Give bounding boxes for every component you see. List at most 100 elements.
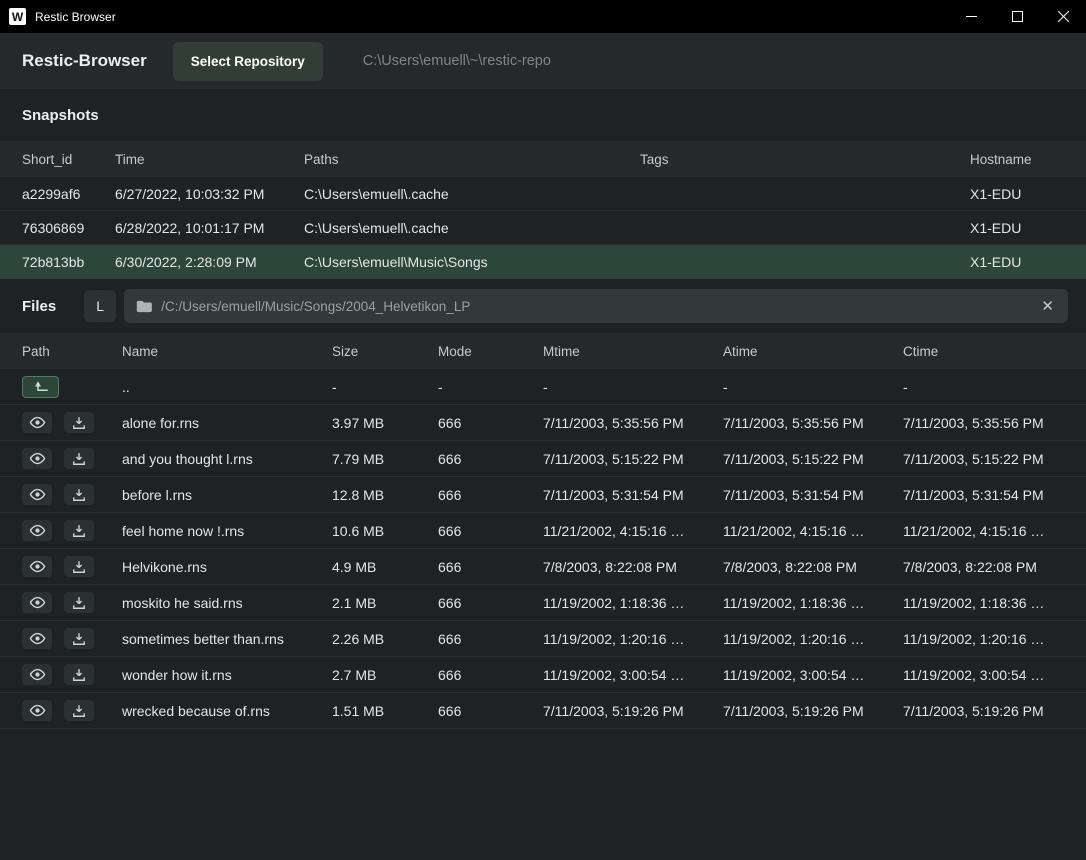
- go-up-directory-button[interactable]: [22, 376, 59, 398]
- up-directory-icon: [32, 380, 50, 393]
- preview-file-button[interactable]: [22, 484, 52, 505]
- restore-file-button[interactable]: [64, 592, 94, 613]
- file-mtime: 7/8/2003, 8:22:08 PM: [543, 559, 723, 575]
- column-paths: Paths: [304, 152, 640, 167]
- snapshot-row-selected[interactable]: 72b813bb 6/30/2022, 2:28:09 PM C:\Users\…: [0, 245, 1086, 279]
- file-ctime: 11/19/2002, 1:18:36 …: [903, 595, 1064, 611]
- file-mtime: 7/11/2003, 5:15:22 PM: [543, 451, 723, 467]
- file-name: Helvikone.rns: [122, 559, 332, 575]
- restore-file-button[interactable]: [64, 664, 94, 685]
- snapshot-hostname: X1-EDU: [970, 220, 1064, 236]
- restore-file-button[interactable]: [64, 484, 94, 505]
- snapshots-table-header: Short_id Time Paths Tags Hostname: [0, 141, 1086, 177]
- file-atime: -: [723, 379, 903, 395]
- restore-file-button[interactable]: [64, 412, 94, 433]
- file-atime: 11/21/2002, 4:15:16 …: [723, 523, 903, 539]
- preview-file-button[interactable]: [22, 520, 52, 541]
- file-mode: 666: [438, 595, 543, 611]
- file-ctime: 7/11/2003, 5:31:54 PM: [903, 487, 1064, 503]
- preview-file-button[interactable]: [22, 592, 52, 613]
- file-mode: 666: [438, 487, 543, 503]
- download-icon: [72, 596, 86, 610]
- preview-file-button[interactable]: [22, 412, 52, 433]
- file-atime: 11/19/2002, 3:00:54 …: [723, 667, 903, 683]
- snapshot-short-id: 72b813bb: [22, 254, 115, 270]
- file-mode: -: [438, 379, 543, 395]
- file-mtime: 7/11/2003, 5:35:56 PM: [543, 415, 723, 431]
- file-ctime: 7/11/2003, 5:19:26 PM: [903, 703, 1064, 719]
- snapshot-time: 6/28/2022, 10:01:17 PM: [115, 220, 304, 236]
- select-repository-button[interactable]: Select Repository: [173, 42, 323, 81]
- download-icon: [72, 416, 86, 430]
- maximize-button[interactable]: [994, 0, 1040, 33]
- minimize-button[interactable]: [948, 0, 994, 33]
- restore-file-button[interactable]: [64, 448, 94, 469]
- maximize-icon: [1012, 11, 1023, 22]
- files-bar: Files L /C:/Users/emuell/Music/Songs/200…: [0, 279, 1086, 333]
- preview-file-button[interactable]: [22, 700, 52, 721]
- files-table-header: Path Name Size Mode Mtime Atime Ctime: [0, 333, 1086, 369]
- repository-path: C:\Users\emuell\~\restic-repo: [363, 53, 551, 69]
- wails-app-icon: W: [9, 8, 26, 25]
- column-atime: Atime: [723, 344, 903, 359]
- download-icon: [72, 488, 86, 502]
- preview-file-button[interactable]: [22, 448, 52, 469]
- snapshot-short-id: 76306869: [22, 220, 115, 236]
- column-mtime: Mtime: [543, 344, 723, 359]
- file-size: 10.6 MB: [332, 523, 438, 539]
- snapshot-row[interactable]: 76306869 6/28/2022, 10:01:17 PM C:\Users…: [0, 211, 1086, 245]
- snapshot-paths: C:\Users\emuell\Music\Songs: [304, 254, 640, 270]
- eye-icon: [29, 596, 46, 609]
- file-name: alone for.rns: [122, 415, 332, 431]
- file-atime: 7/8/2003, 8:22:08 PM: [723, 559, 903, 575]
- file-row: sometimes better than.rns 2.26 MB 666 11…: [0, 621, 1086, 657]
- snapshot-paths: C:\Users\emuell\.cache: [304, 220, 640, 236]
- preview-file-button[interactable]: [22, 628, 52, 649]
- file-mode: 666: [438, 631, 543, 647]
- column-path: Path: [22, 344, 122, 359]
- snapshot-row[interactable]: a2299af6 6/27/2022, 10:03:32 PM C:\Users…: [0, 177, 1086, 211]
- preview-file-button[interactable]: [22, 556, 52, 577]
- snapshot-short-id: a2299af6: [22, 186, 115, 202]
- eye-icon: [29, 524, 46, 537]
- file-size: 1.51 MB: [332, 703, 438, 719]
- eye-icon: [29, 668, 46, 681]
- download-icon: [72, 668, 86, 682]
- column-time: Time: [115, 152, 304, 167]
- restore-file-button[interactable]: [64, 520, 94, 541]
- snapshot-time: 6/30/2022, 2:28:09 PM: [115, 254, 304, 270]
- file-row: moskito he said.rns 2.1 MB 666 11/19/200…: [0, 585, 1086, 621]
- app-title: Restic-Browser: [22, 51, 147, 71]
- file-atime: 7/11/2003, 5:35:56 PM: [723, 415, 903, 431]
- eye-icon: [29, 704, 46, 717]
- app-header: Restic-Browser Select Repository C:\User…: [0, 33, 1086, 89]
- download-icon: [72, 452, 86, 466]
- restore-file-button[interactable]: [64, 700, 94, 721]
- close-button[interactable]: [1040, 0, 1086, 33]
- window-title: Restic Browser: [35, 10, 116, 24]
- snapshot-paths: C:\Users\emuell\.cache: [304, 186, 640, 202]
- files-path-input[interactable]: /C:/Users/emuell/Music/Songs/2004_Helvet…: [124, 289, 1068, 323]
- download-icon: [72, 632, 86, 646]
- column-tags: Tags: [640, 152, 970, 167]
- close-icon: [1058, 11, 1069, 22]
- file-mtime: 11/21/2002, 4:15:16 …: [543, 523, 723, 539]
- clear-icon: ✕: [1041, 298, 1054, 315]
- file-name: ..: [122, 379, 332, 395]
- file-row: feel home now !.rns 10.6 MB 666 11/21/20…: [0, 513, 1086, 549]
- file-mode: 666: [438, 451, 543, 467]
- file-size: 7.79 MB: [332, 451, 438, 467]
- files-mode-toggle-button[interactable]: L: [84, 290, 116, 322]
- parent-directory-row: .. - - - - -: [0, 369, 1086, 405]
- snapshot-hostname: X1-EDU: [970, 254, 1064, 270]
- file-row: wrecked because of.rns 1.51 MB 666 7/11/…: [0, 693, 1086, 729]
- clear-path-button[interactable]: ✕: [1039, 299, 1056, 314]
- preview-file-button[interactable]: [22, 664, 52, 685]
- restore-file-button[interactable]: [64, 628, 94, 649]
- download-icon: [72, 524, 86, 538]
- restore-file-button[interactable]: [64, 556, 94, 577]
- column-hostname: Hostname: [970, 152, 1064, 167]
- eye-icon: [29, 560, 46, 573]
- file-mtime: 11/19/2002, 1:18:36 …: [543, 595, 723, 611]
- file-ctime: 11/19/2002, 1:20:16 …: [903, 631, 1064, 647]
